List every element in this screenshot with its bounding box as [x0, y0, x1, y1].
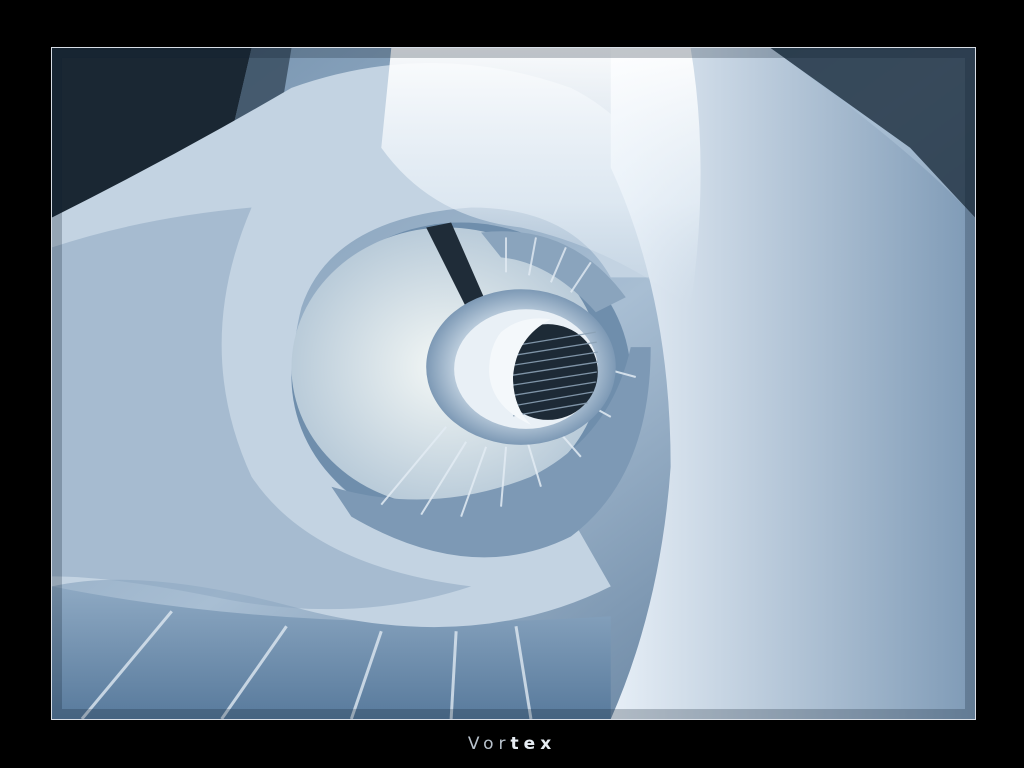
photo-frame [51, 47, 976, 720]
caption-light: Vor [467, 734, 511, 754]
photo-caption: Vortex [0, 733, 1024, 755]
caption-bold: tex [510, 734, 557, 754]
spiral-staircase-photo [52, 48, 975, 719]
